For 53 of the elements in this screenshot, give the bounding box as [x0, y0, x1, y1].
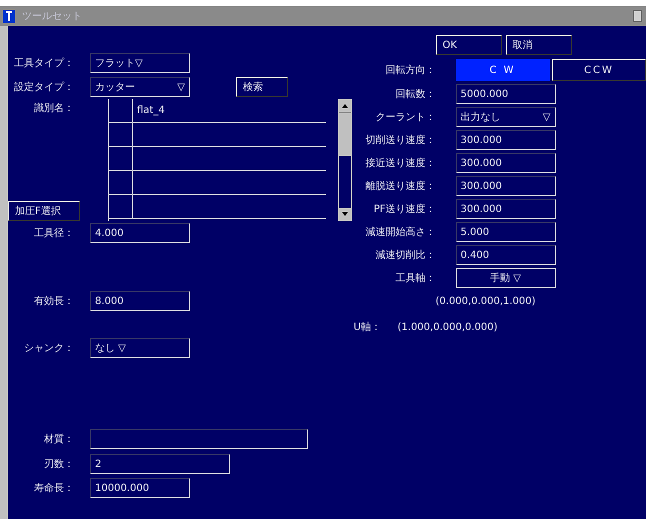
axis-vector: (0.000,0.000,1.000): [436, 294, 536, 308]
field-label: 工具軸：: [394, 272, 436, 286]
field-label: 設定タイプ：: [13, 80, 75, 94]
window-title: ツールセット: [22, 10, 82, 24]
field-label: 減速開始高さ：: [364, 226, 436, 240]
scrollbar[interactable]: [338, 99, 352, 221]
field-label: クーラント：: [374, 110, 436, 124]
dropdown[interactable]: カッター ▽: [90, 77, 190, 97]
field-label: 減速切削比：: [374, 248, 436, 262]
input-field[interactable]: 300.000: [456, 153, 556, 173]
field-label: 刃数：: [43, 458, 75, 472]
direction-toggle[interactable]: C W: [456, 59, 550, 81]
input-field[interactable]: [90, 429, 308, 449]
input-field[interactable]: 10000.000: [90, 478, 190, 498]
input-field[interactable]: 300.000: [456, 176, 556, 196]
field-label: 寿命長：: [33, 482, 75, 496]
field-label: シャンク：: [23, 342, 75, 356]
field-label: 回転数：: [394, 88, 436, 102]
scroll-down-icon[interactable]: [342, 212, 348, 216]
dropdown[interactable]: フラット▽: [90, 53, 190, 73]
field-label: 識別名：: [33, 102, 75, 116]
field-label: U軸：: [354, 320, 382, 334]
input-field[interactable]: 0.400: [456, 245, 556, 265]
dropdown[interactable]: 出力なし ▽: [456, 107, 556, 127]
field-label: 回転方向：: [384, 64, 436, 78]
input-field[interactable]: 300.000: [456, 199, 556, 219]
field-label: 接近送り速度：: [364, 156, 436, 170]
cancel-button[interactable]: 取消: [506, 35, 572, 55]
dropdown[interactable]: なし ▽: [90, 338, 190, 358]
scroll-thumb[interactable]: [339, 112, 351, 156]
dropdown[interactable]: 手動 ▽: [456, 268, 556, 288]
input-field[interactable]: 300.000: [456, 130, 556, 150]
field-label: 離脱送り速度：: [364, 180, 436, 194]
input-field[interactable]: 5000.000: [456, 84, 556, 104]
input-field[interactable]: 5.000: [456, 222, 556, 242]
field-label: 工具タイプ：: [13, 56, 75, 70]
input-field[interactable]: 4.000: [90, 223, 190, 243]
field-label: 有効長：: [33, 294, 75, 308]
field-label: 切削送り速度：: [364, 134, 436, 148]
field-label: PF送り速度：: [372, 202, 436, 216]
input-field[interactable]: 2: [90, 454, 230, 474]
scroll-up-icon[interactable]: [342, 104, 348, 108]
input-field[interactable]: 8.000: [90, 291, 190, 311]
list-item[interactable]: flat_4: [133, 99, 165, 122]
axis-vector: (1.000,0.000,0.000): [398, 320, 498, 334]
search-button[interactable]: 検索: [236, 77, 288, 97]
name-list[interactable]: flat_4: [108, 99, 326, 221]
direction-toggle[interactable]: CCW: [552, 59, 646, 81]
app-icon: [2, 8, 16, 24]
field-label: 材質：: [43, 432, 75, 446]
field-label: 工具径：: [33, 226, 75, 240]
select-button[interactable]: 加圧F選択: [8, 201, 80, 221]
ok-button[interactable]: OK: [436, 35, 502, 55]
